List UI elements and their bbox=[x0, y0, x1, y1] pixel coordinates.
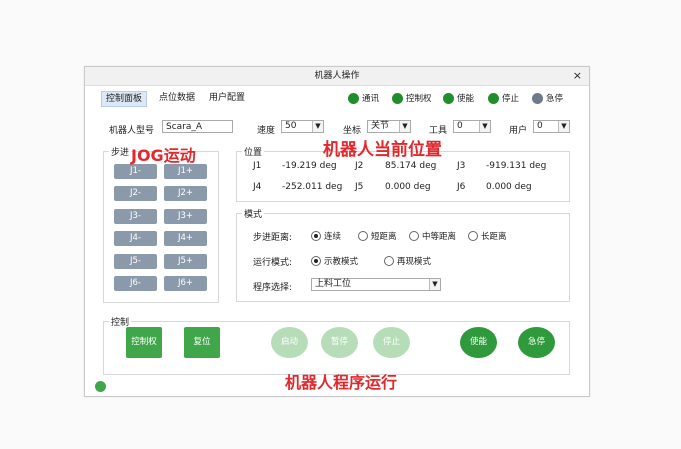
user-select[interactable]: 0 ▼ bbox=[533, 120, 570, 133]
joint-label-j5: J5 bbox=[355, 182, 364, 192]
jog-j3-minus[interactable]: J3- bbox=[114, 209, 157, 224]
annotation-jog: JOG运动 bbox=[131, 146, 196, 165]
jog-j4-minus[interactable]: J4- bbox=[114, 231, 157, 246]
joint-value-j5: 0.000 deg bbox=[385, 182, 431, 192]
radio-playback[interactable]: 再现模式 bbox=[384, 255, 431, 267]
tool-select[interactable]: 0 ▼ bbox=[453, 120, 491, 133]
tab-user-config[interactable]: 用户配置 bbox=[205, 91, 249, 105]
speed-select[interactable]: 50 ▼ bbox=[281, 120, 324, 133]
annotation-program: 机器人程序运行 bbox=[285, 373, 398, 392]
joint-label-j6: J6 bbox=[457, 182, 466, 192]
close-icon[interactable]: × bbox=[573, 67, 582, 85]
run-mode-label: 运行模式: bbox=[253, 258, 293, 268]
joint-label-j3: J3 bbox=[457, 161, 466, 171]
chevron-down-icon: ▼ bbox=[429, 279, 440, 290]
joint-value-j2: 85.174 deg bbox=[385, 161, 437, 171]
model-field[interactable]: Scara_A bbox=[162, 120, 233, 133]
model-label: 机器人型号 bbox=[109, 126, 155, 136]
joint-value-j6: 0.000 deg bbox=[486, 182, 532, 192]
chevron-down-icon: ▼ bbox=[479, 121, 490, 132]
radio-short[interactable]: 短距离 bbox=[358, 230, 397, 242]
chevron-down-icon: ▼ bbox=[312, 121, 323, 132]
jog-j2-plus[interactable]: J2+ bbox=[164, 186, 207, 201]
jog-j2-minus[interactable]: J2- bbox=[114, 186, 157, 201]
step-distance-label: 步进距离: bbox=[253, 233, 293, 243]
indicator-estop: 急停 bbox=[532, 92, 563, 104]
reset-button[interactable]: 复位 bbox=[184, 327, 220, 358]
indicator-stop: 停止 bbox=[488, 92, 519, 104]
joint-value-j1: -19.219 deg bbox=[282, 161, 337, 171]
jog-group-title: 步进 bbox=[109, 145, 132, 158]
tab-control-panel[interactable]: 控制面板 bbox=[101, 91, 148, 107]
robot-operation-window: 机器人操作 × 控制面板 点位数据 用户配置 通讯 控制权 使能 停止 急停 机… bbox=[84, 66, 590, 397]
speed-label: 速度 bbox=[257, 126, 276, 136]
joint-label-j4: J4 bbox=[253, 182, 262, 192]
jog-j4-plus[interactable]: J4+ bbox=[164, 231, 207, 246]
joint-label-j2: J2 bbox=[355, 161, 364, 171]
enable-button[interactable]: 使能 bbox=[460, 327, 497, 358]
radio-continuous[interactable]: 连续 bbox=[311, 230, 341, 242]
program-select[interactable]: 上料工位 ▼ bbox=[311, 278, 441, 291]
control-authority-button[interactable]: 控制权 bbox=[126, 327, 162, 358]
start-button[interactable]: 启动 bbox=[271, 327, 308, 358]
position-group-title: 位置 bbox=[242, 145, 265, 158]
jog-j5-minus[interactable]: J5- bbox=[114, 254, 157, 269]
pause-button[interactable]: 暂停 bbox=[321, 327, 358, 358]
status-dot-icon bbox=[488, 92, 499, 104]
chevron-down-icon: ▼ bbox=[558, 121, 569, 132]
stop-button[interactable]: 停止 bbox=[373, 327, 410, 358]
chevron-down-icon: ▼ bbox=[399, 121, 410, 132]
jog-j6-plus[interactable]: J6+ bbox=[164, 276, 207, 291]
radio-long[interactable]: 长距离 bbox=[468, 230, 507, 242]
indicator-enable: 使能 bbox=[443, 92, 474, 104]
annotation-position: 机器人当前位置 bbox=[323, 140, 442, 160]
jog-j3-plus[interactable]: J3+ bbox=[164, 209, 207, 224]
program-select-label: 程序选择: bbox=[253, 283, 293, 293]
jog-j1-plus[interactable]: J1+ bbox=[164, 164, 207, 179]
window-title: 机器人操作 bbox=[314, 71, 360, 81]
user-label: 用户 bbox=[509, 126, 528, 136]
jog-j1-minus[interactable]: J1- bbox=[114, 164, 157, 179]
status-dot-icon bbox=[392, 92, 403, 104]
indicator-comm: 通讯 bbox=[348, 92, 379, 104]
radio-medium[interactable]: 中等距离 bbox=[409, 230, 456, 242]
coord-select[interactable]: 关节 ▼ bbox=[367, 120, 411, 133]
status-dot-icon bbox=[532, 92, 543, 104]
title-bar: 机器人操作 × bbox=[85, 67, 589, 86]
status-dot-icon bbox=[348, 92, 359, 104]
status-dot-icon bbox=[443, 92, 454, 104]
jog-j5-plus[interactable]: J5+ bbox=[164, 254, 207, 269]
estop-button[interactable]: 急停 bbox=[518, 327, 555, 358]
connection-status-icon bbox=[95, 381, 106, 392]
tab-point-data[interactable]: 点位数据 bbox=[155, 91, 199, 105]
joint-value-j3: -919.131 deg bbox=[486, 161, 547, 171]
mode-group-title: 模式 bbox=[242, 207, 265, 220]
indicator-control: 控制权 bbox=[392, 92, 432, 104]
jog-j6-minus[interactable]: J6- bbox=[114, 276, 157, 291]
joint-label-j1: J1 bbox=[253, 161, 262, 171]
joint-value-j4: -252.011 deg bbox=[282, 182, 343, 192]
radio-teach[interactable]: 示教模式 bbox=[311, 255, 358, 267]
